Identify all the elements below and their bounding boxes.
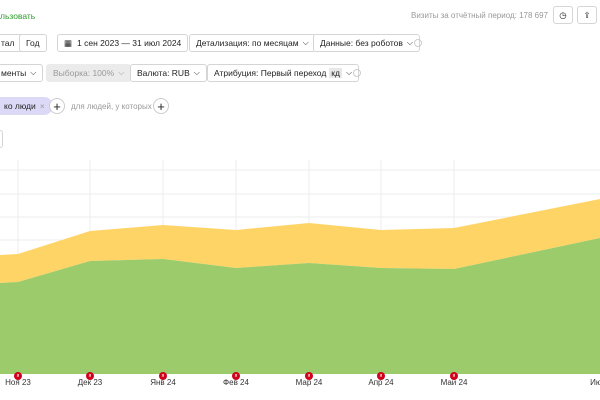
export-button[interactable]: ⇪ (577, 6, 597, 24)
upload-icon: ⇪ (583, 9, 591, 20)
attribution-dropdown[interactable]: Атрибуция: Первый переход кд ⌵ (207, 64, 360, 82)
chevron-down-icon: ⌵ (406, 38, 413, 47)
people-label: для людей, у которых (71, 102, 152, 111)
annotation-marker-icon[interactable]: я (450, 372, 458, 380)
period-year-button[interactable]: Год (19, 34, 47, 52)
attribution-badge: кд (329, 68, 342, 78)
annotation-marker-icon[interactable]: я (232, 372, 240, 380)
filter-chip[interactable]: ко люди × (0, 97, 53, 115)
annotation-marker-icon[interactable]: я (305, 372, 313, 380)
help-icon[interactable] (414, 39, 422, 47)
chevron-down-icon: ⌵ (30, 68, 37, 77)
visits-total: Визиты за отчётный период: 178 697 (411, 11, 548, 20)
chart-type-button[interactable] (0, 130, 3, 148)
add-condition-button[interactable]: + (153, 98, 169, 114)
area-chart (0, 160, 600, 374)
annotation-marker-icon[interactable]: я (86, 372, 94, 380)
use-link[interactable]: льзовать (0, 11, 35, 21)
clock-icon: ◷ (559, 9, 567, 20)
data-dropdown[interactable]: Данные: без роботов ⌵ (313, 34, 420, 52)
chevron-down-icon: ⌵ (193, 68, 200, 77)
x-tick-label: Ию (590, 378, 600, 387)
calendar-icon: ▦ (64, 37, 73, 48)
history-button[interactable]: ◷ (553, 6, 573, 24)
chevron-down-icon: ⌵ (345, 68, 353, 77)
currency-dropdown[interactable]: Валюта: RUB ⌵ (130, 64, 207, 82)
sample-dropdown: Выборка: 100% ⌵ (46, 64, 132, 82)
close-icon[interactable]: × (40, 101, 45, 111)
annotation-marker-icon[interactable]: я (159, 372, 167, 380)
annotation-marker-icon[interactable]: я (14, 372, 22, 380)
annotation-marker-icon[interactable]: я (377, 372, 385, 380)
chevron-down-icon: ⌵ (118, 68, 125, 77)
chevron-down-icon: ⌵ (302, 38, 309, 47)
add-filter-button[interactable]: + (49, 98, 65, 114)
detail-dropdown[interactable]: Детализация: по месяцам ⌵ (189, 34, 316, 52)
help-icon[interactable] (353, 69, 361, 77)
date-range-button[interactable]: ▦ 1 сен 2023 — 31 июл 2024 (57, 34, 189, 52)
segments-dropdown[interactable]: менты ⌵ (0, 64, 44, 82)
